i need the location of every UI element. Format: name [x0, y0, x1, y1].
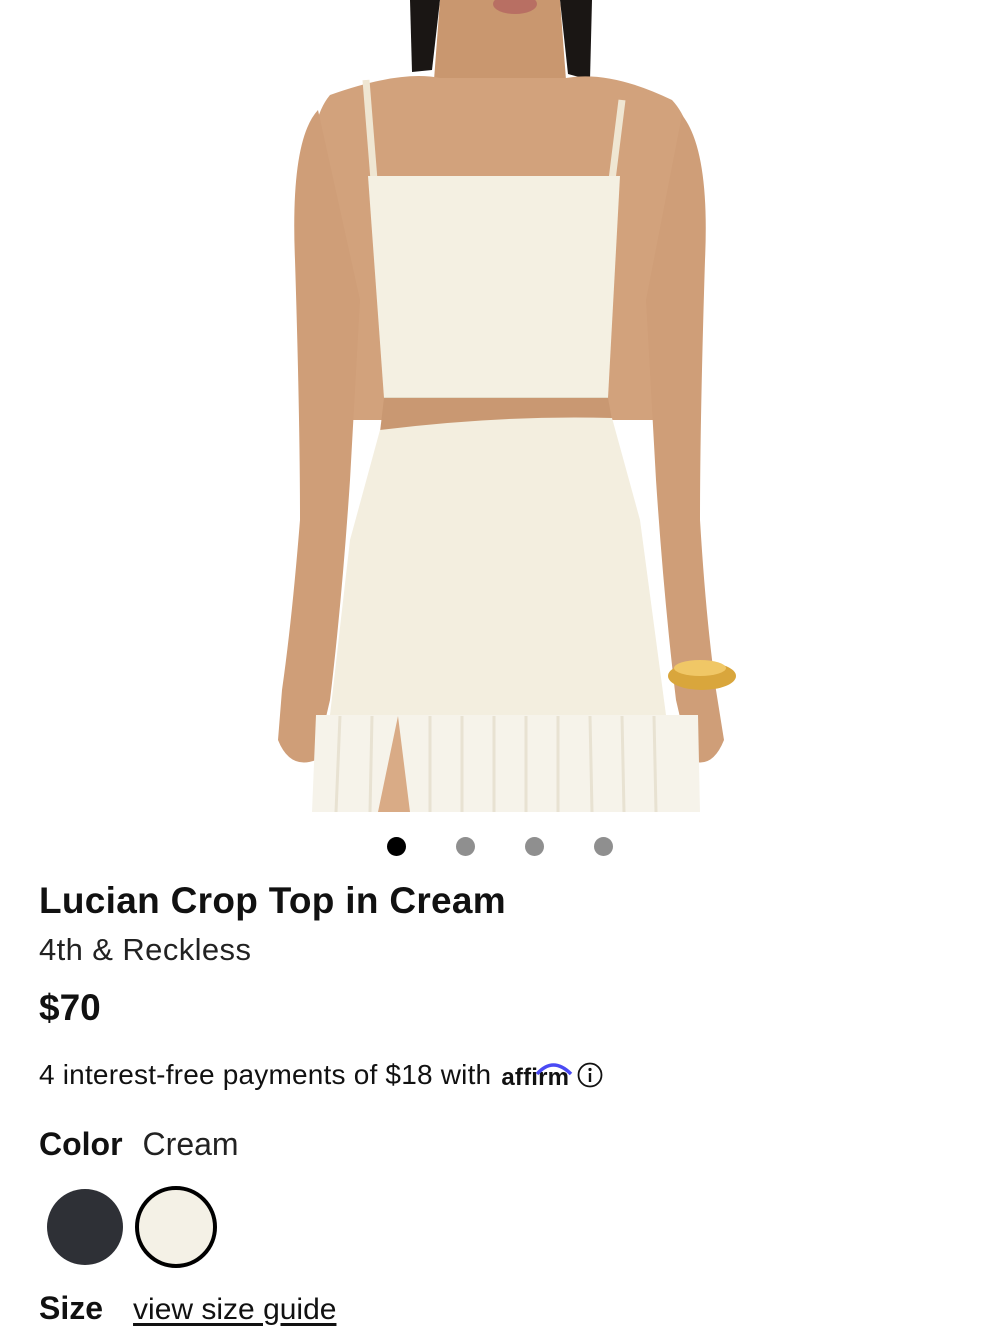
color-row: Color Cream [39, 1126, 239, 1163]
swatch-cream[interactable] [135, 1186, 217, 1268]
product-title: Lucian Crop Top in Cream [39, 880, 506, 921]
size-row: Size view size guide [39, 1290, 336, 1327]
info-icon[interactable] [577, 1062, 603, 1088]
affirm-arc-icon [536, 1063, 573, 1076]
size-label: Size [39, 1290, 104, 1326]
carousel-dot-2[interactable] [456, 836, 475, 856]
carousel-dot-4[interactable] [594, 836, 613, 856]
product-price: $70 [39, 987, 101, 1028]
product-image[interactable] [0, 0, 1000, 812]
brand-link[interactable]: 4th & Reckless [39, 932, 251, 968]
affirm-installments: 4 interest-free payments of $18 with aff… [39, 1058, 603, 1092]
size-guide-link[interactable]: view size guide [133, 1293, 336, 1327]
carousel-dots [0, 834, 1000, 858]
swatch-black[interactable] [47, 1189, 123, 1265]
carousel-dot-1[interactable] [387, 836, 406, 856]
affirm-logo: affirm [501, 1058, 573, 1092]
selected-color: Cream [142, 1126, 239, 1162]
installments-text: 4 interest-free payments of $18 with [39, 1059, 492, 1090]
model-photo [278, 0, 736, 812]
color-label: Color [39, 1126, 123, 1162]
color-swatches [47, 1186, 217, 1268]
carousel-dot-3[interactable] [525, 836, 544, 856]
